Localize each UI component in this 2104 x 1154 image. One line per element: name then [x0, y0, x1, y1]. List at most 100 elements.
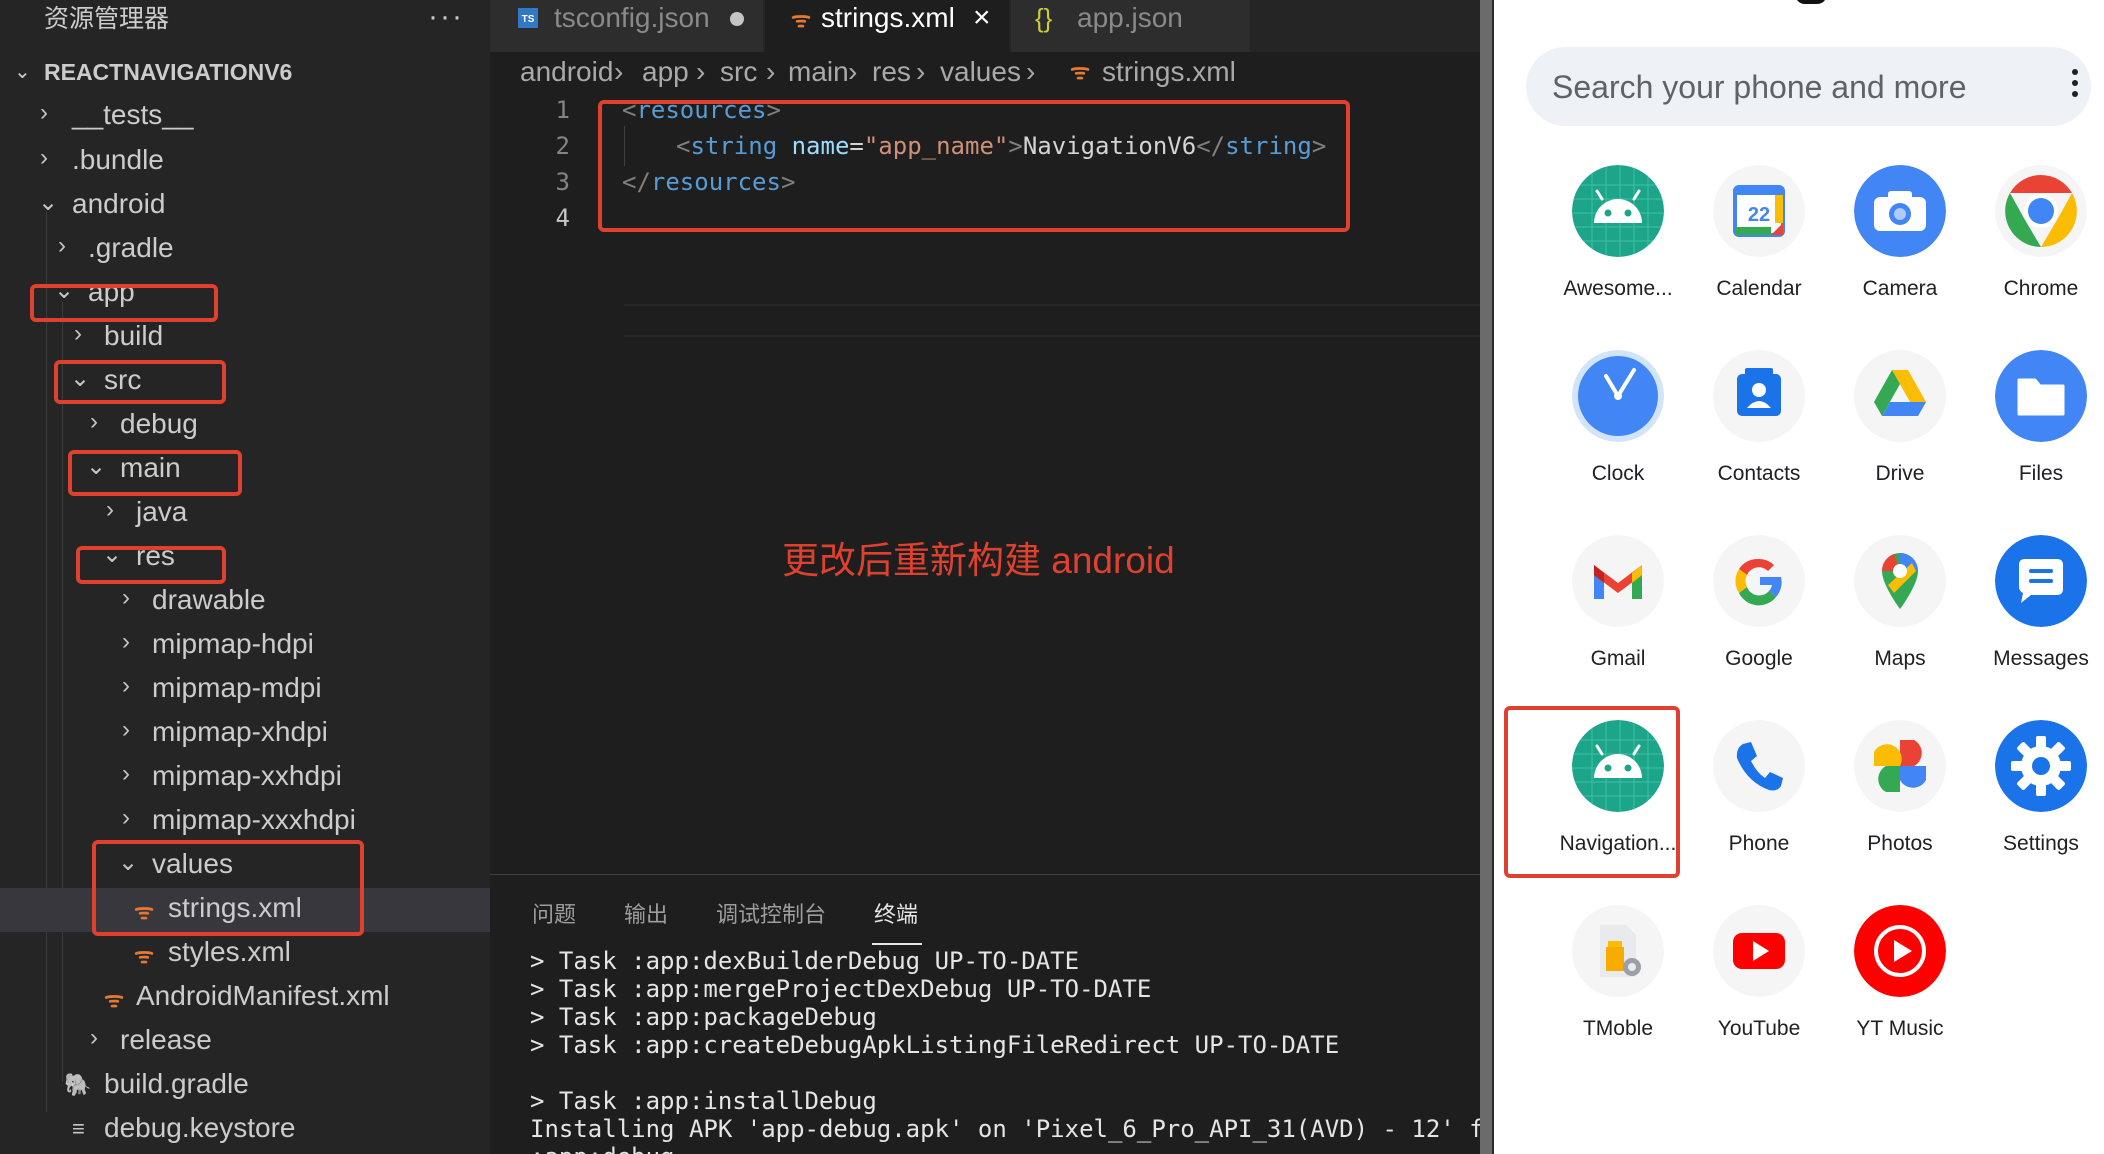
app-photos[interactable]: Photos [1830, 720, 1970, 870]
tab-strings-xml[interactable]: ᯤ strings.xml × [765, 0, 1010, 52]
rss-icon: ᯤ [134, 943, 155, 968]
app-label: Clock [1591, 462, 1645, 485]
app-awesome[interactable]: Awesome... [1548, 165, 1688, 315]
chevron-right-icon: › [40, 144, 48, 171]
tree-item-debug-keystore[interactable]: ≡ debug.keystore [0, 1108, 490, 1152]
tree-item-label: AndroidManifest.xml [136, 980, 390, 1011]
terminal-line: > Task :app:dexBuilderDebug UP-TO-DATE [530, 947, 1080, 975]
chevron-right-icon: › [122, 804, 130, 831]
tab-problems[interactable]: 问题 [532, 897, 576, 929]
tree-item-styles-xml[interactable]: ᯤ styles.xml [0, 932, 490, 976]
line-number: 2 [555, 132, 570, 160]
app-gmail[interactable]: Gmail [1548, 535, 1688, 685]
app-google[interactable]: Google [1689, 535, 1829, 685]
chevron-right-icon: › [122, 584, 130, 611]
tree-item-mipmap-mdpi[interactable]: › mipmap-mdpi [0, 668, 490, 712]
app-label: Maps [1874, 647, 1926, 670]
tree-item-tests[interactable]: › __tests__ [0, 95, 490, 139]
window-divider [1480, 0, 1492, 1154]
tab-tsconfig-json[interactable]: TS tsconfig.json [490, 0, 764, 52]
terminal-line: Installing APK 'app-debug.apk' on 'Pixel… [530, 1115, 1513, 1143]
phone-icon [1713, 720, 1805, 812]
breadcrumb-item[interactable]: main [788, 56, 849, 88]
unsaved-dot-icon[interactable] [730, 12, 744, 26]
tree-item-label: mipmap-hdpi [152, 628, 314, 659]
annotation-box-values-strings [92, 840, 364, 936]
tree-item-bundle[interactable]: › .bundle [0, 140, 490, 184]
app-drive[interactable]: Drive [1830, 350, 1970, 500]
tree-item-mipmap-xxhdpi[interactable]: › mipmap-xxhdpi [0, 756, 490, 800]
annotation-box-res [76, 546, 226, 584]
app-youtube[interactable]: YouTube [1689, 905, 1829, 1055]
annotation-box-main [68, 450, 242, 496]
tree-item-label: mipmap-xhdpi [152, 716, 328, 747]
maps-icon [1854, 535, 1946, 627]
app-label: Phone [1728, 832, 1790, 855]
chevron-right-icon: › [122, 672, 130, 699]
breadcrumb-item[interactable]: app [642, 56, 689, 88]
search-bar[interactable]: Search your phone and more [1526, 47, 2091, 126]
chevron-right-icon: › [696, 56, 706, 87]
app-settings[interactable]: Settings [1971, 720, 2104, 870]
tab-debug-console[interactable]: 调试控制台 [716, 897, 826, 929]
tree-item-res[interactable]: ⌄ res [0, 536, 490, 580]
chevron-right-icon: › [74, 320, 82, 347]
tree-item-mipmap-xhdpi[interactable]: › mipmap-xhdpi [0, 712, 490, 756]
app-maps[interactable]: Maps [1830, 535, 1970, 685]
breadcrumb-item[interactable]: src [720, 56, 757, 88]
app-chrome[interactable]: Chrome [1971, 165, 2104, 315]
app-phone[interactable]: Phone [1689, 720, 1829, 870]
chevron-right-icon: › [614, 56, 624, 87]
app-clock[interactable]: Clock [1548, 350, 1688, 500]
tab-terminal[interactable]: 终端 [874, 897, 918, 929]
tree-item-android[interactable]: ⌄ android [0, 184, 490, 228]
google-icon [1713, 535, 1805, 627]
chevron-right-icon: › [122, 628, 130, 655]
tree-item-mipmap-xxxhdpi[interactable]: › mipmap-xxxhdpi [0, 800, 490, 844]
rss-icon: ᯤ [791, 7, 812, 32]
tab-output[interactable]: 输出 [624, 897, 668, 929]
app-yt-music[interactable]: YT Music [1830, 905, 1970, 1055]
tree-item-mipmap-hdpi[interactable]: › mipmap-hdpi [0, 624, 490, 668]
breadcrumb-item[interactable]: res [872, 56, 911, 88]
close-icon[interactable]: × [973, 0, 991, 36]
tree-item-label: .gradle [88, 232, 174, 263]
contacts-icon [1713, 350, 1805, 442]
android-app-drawer: Search your phone and more Awesome... 22… [1494, 0, 2104, 1154]
explorer-root-folder[interactable]: ⌄ REACTNAVIGATIONV6 [0, 51, 490, 95]
tree-item-release[interactable]: › release [0, 1020, 490, 1064]
tree-item-debug[interactable]: › debug [0, 404, 490, 448]
gmail-icon [1572, 535, 1664, 627]
annotation-box-src [54, 360, 226, 404]
app-calendar[interactable]: 22 Calendar [1689, 165, 1829, 315]
annotation-box-strings-xml-content [598, 100, 1350, 232]
tree-item-label: styles.xml [168, 936, 291, 967]
tree-item-build[interactable]: › build [0, 316, 490, 360]
breadcrumb-item[interactable]: values [940, 56, 1021, 88]
chevron-right-icon: › [766, 56, 776, 87]
tree-item-drawable[interactable]: › drawable [0, 580, 490, 624]
app-camera[interactable]: Camera [1830, 165, 1970, 315]
more-vert-icon[interactable] [2072, 69, 2080, 102]
app-tmoble[interactable]: TMoble [1548, 905, 1688, 1055]
chevron-right-icon: › [122, 716, 130, 743]
app-messages[interactable]: Messages [1971, 535, 2104, 685]
tree-item-android-manifest[interactable]: ᯤ AndroidManifest.xml [0, 976, 490, 1020]
app-contacts[interactable]: Contacts [1689, 350, 1829, 500]
tree-item-gradle-folder[interactable]: › .gradle [0, 228, 490, 272]
text-file-icon: ≡ [72, 1116, 85, 1141]
tab-app-json[interactable]: {} app.json [1011, 0, 1251, 52]
breadcrumb-item[interactable]: strings.xml [1102, 56, 1236, 88]
tree-item-build-gradle[interactable]: 🐘 build.gradle [0, 1064, 490, 1108]
app-files[interactable]: Files [1971, 350, 2104, 500]
calendar-day-text: 22 [1748, 204, 1770, 226]
breadcrumb-item[interactable]: android [520, 56, 613, 88]
editor-tab-strip: TS tsconfig.json ᯤ strings.xml × {} app.… [490, 0, 1480, 52]
line-number: 4 [555, 204, 570, 232]
explorer-more-button[interactable]: ··· [428, 0, 464, 38]
app-label: YT Music [1856, 1017, 1944, 1040]
tree-item-label: build [104, 320, 164, 351]
tree-item-java[interactable]: › java [0, 492, 490, 536]
current-line-highlight [624, 304, 1480, 337]
tree-item-label: .bundle [72, 144, 164, 175]
